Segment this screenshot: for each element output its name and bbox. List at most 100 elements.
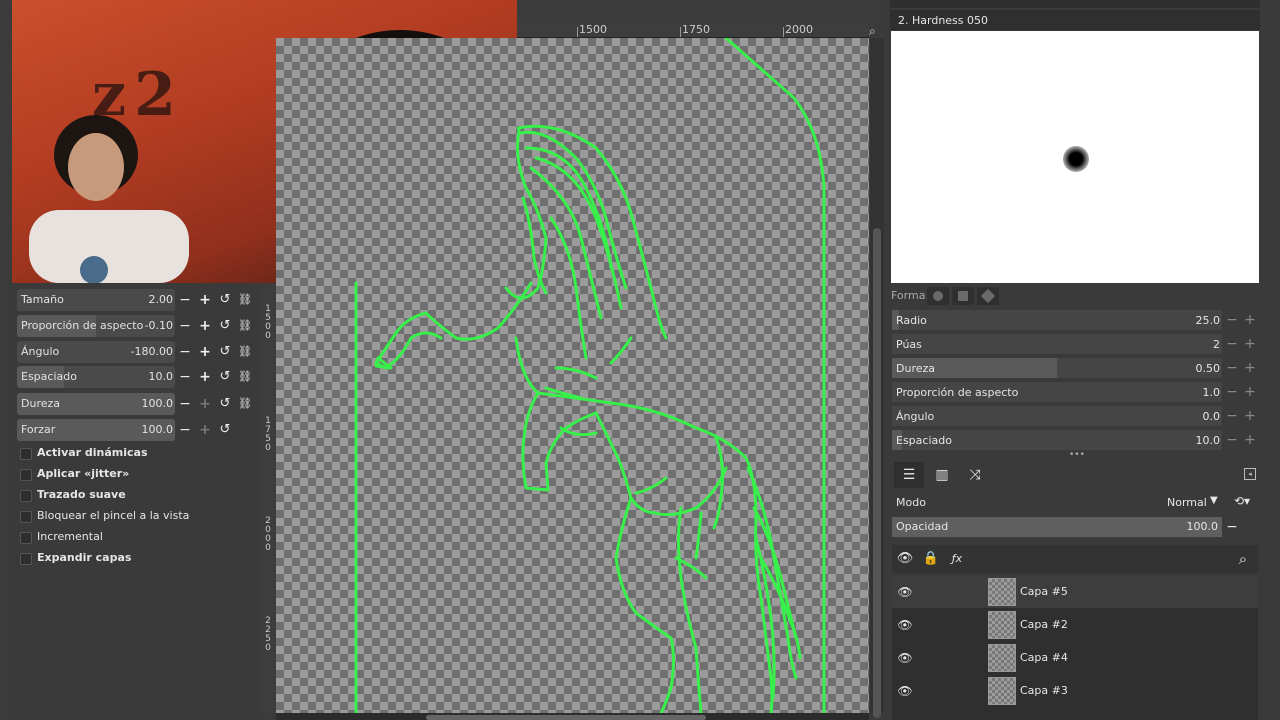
ruler-label: 2250 — [265, 616, 271, 653]
plus-icon[interactable]: + — [197, 344, 213, 360]
opacity-label: Opacidad — [896, 520, 949, 533]
minus-icon[interactable]: − — [177, 344, 193, 360]
layer-thumbnail[interactable] — [988, 677, 1016, 705]
shape-square-button[interactable] — [952, 287, 974, 305]
reset-icon[interactable]: ↺ — [217, 369, 233, 385]
reset-icon[interactable]: ↺ — [217, 396, 233, 412]
channels-tab-icon[interactable]: ▥ — [927, 462, 957, 488]
person-left — [29, 115, 189, 283]
layers-tab-icon[interactable]: ☰ — [894, 462, 924, 488]
layer-row[interactable]: 👁 Capa #4 — [892, 642, 1258, 674]
reset-icon[interactable]: ↺ — [217, 422, 233, 438]
brush-param-slider[interactable]: Radio 25.0 — [892, 310, 1222, 330]
brush-param-slider[interactable]: Púas 2 — [892, 334, 1222, 354]
shape-circle-button[interactable] — [927, 287, 949, 305]
checkbox[interactable] — [20, 469, 32, 481]
eye-icon[interactable]: 👁 — [897, 683, 913, 699]
chain-link-icon[interactable]: ⛓ — [237, 318, 253, 334]
scroll-thumb[interactable] — [426, 715, 706, 720]
plus-icon[interactable]: + — [1242, 383, 1258, 401]
chevron-down-icon[interactable]: ▼ — [1210, 495, 1218, 506]
plus-icon[interactable]: + — [1242, 407, 1258, 425]
plus-icon[interactable]: + — [197, 318, 213, 334]
tool-slider[interactable]: Espaciado 10.0 — [17, 366, 175, 388]
scroll-thumb[interactable] — [873, 228, 881, 718]
tool-slider[interactable]: Dureza 100.0 — [17, 393, 175, 415]
tool-slider[interactable]: Tamaño 2.00 — [17, 289, 175, 311]
layer-row[interactable]: 👁 Capa #5 — [892, 576, 1258, 608]
plus-icon[interactable]: + — [197, 369, 213, 385]
horizontal-scrollbar[interactable] — [276, 713, 869, 720]
mode-select[interactable]: Normal — [1167, 496, 1207, 509]
minus-icon[interactable]: − — [1224, 311, 1240, 329]
brush-param-slider[interactable]: Espaciado 10.0 — [892, 430, 1222, 450]
reset-icon[interactable]: ↺ — [217, 344, 233, 360]
tool-slider-row: Forzar 100.0− + ↺ — [17, 419, 253, 441]
tool-slider[interactable]: Ángulo -180.00 — [17, 341, 175, 363]
dock-menu-icon[interactable]: ◂ — [1244, 468, 1256, 480]
checkbox[interactable] — [20, 490, 32, 502]
tool-slider[interactable]: Forzar 100.0 — [17, 419, 175, 441]
tool-slider[interactable]: Proporción de aspecto -0.10 — [17, 315, 175, 337]
minus-icon[interactable]: − — [177, 422, 193, 438]
chain-link-icon[interactable]: ⛓ — [237, 369, 253, 385]
brush-preview — [891, 31, 1259, 283]
eye-icon[interactable]: 👁 — [897, 617, 913, 633]
checkbox[interactable] — [20, 448, 32, 460]
search-icon[interactable]: ⌕ — [1234, 550, 1252, 568]
layer-row[interactable]: 👁 Capa #3 — [892, 675, 1258, 707]
minus-icon[interactable]: − — [1224, 383, 1240, 401]
reset-icon[interactable]: ↺ — [217, 292, 233, 308]
ruler-tick — [577, 27, 578, 37]
chain-link-icon[interactable]: ⛓ — [237, 396, 253, 412]
minus-icon[interactable]: − — [1224, 431, 1240, 449]
minus-icon[interactable]: − — [1224, 407, 1240, 425]
plus-icon[interactable]: + — [197, 422, 213, 438]
brush-param-slider[interactable]: Dureza 0.50 — [892, 358, 1222, 378]
plus-icon[interactable]: + — [1242, 359, 1258, 377]
layer-thumbnail[interactable] — [988, 644, 1016, 672]
plus-icon[interactable]: + — [1242, 335, 1258, 353]
opacity-slider[interactable]: Opacidad 100.0 — [892, 517, 1222, 537]
image-canvas[interactable] — [276, 38, 869, 713]
checkbox[interactable] — [20, 511, 32, 523]
brush-param-row: Radio 25.0− + — [892, 310, 1258, 330]
checkbox[interactable] — [20, 553, 32, 565]
reset-icon[interactable]: ↺ — [217, 318, 233, 334]
eye-icon[interactable]: 👁 — [897, 584, 913, 600]
plus-icon[interactable]: + — [1242, 431, 1258, 449]
brush-param-slider[interactable]: Proporción de aspecto 1.0 — [892, 382, 1222, 402]
fx-icon[interactable]: ƒx — [948, 550, 966, 568]
horse-drawing — [354, 38, 826, 713]
lock-icon[interactable]: 🔒 — [922, 550, 940, 568]
layer-thumbnail[interactable] — [988, 578, 1016, 606]
minus-icon[interactable]: − — [177, 396, 193, 412]
minus-icon[interactable]: − — [177, 369, 193, 385]
composite-mode-icon[interactable]: ⟲▾ — [1234, 494, 1250, 508]
eye-icon[interactable]: 👁 — [896, 550, 914, 568]
dock-grip[interactable]: ••• — [1069, 451, 1085, 460]
layer-mode-row[interactable]: Modo Normal ▼ ⟲▾ — [892, 492, 1258, 514]
tool-slider-row: Dureza 100.0− + ↺ ⛓ — [17, 393, 253, 415]
opacity-minus-button[interactable]: − — [1224, 518, 1240, 536]
vertical-scrollbar[interactable] — [870, 38, 884, 718]
dock-tab-strip[interactable] — [890, 0, 1260, 8]
brush-param-slider[interactable]: Ángulo 0.0 — [892, 406, 1222, 426]
chain-link-icon[interactable]: ⛓ — [237, 292, 253, 308]
plus-icon[interactable]: + — [197, 396, 213, 412]
canvas-search-icon[interactable]: ⌕ — [869, 24, 883, 38]
chain-link-icon[interactable]: ⛓ — [237, 344, 253, 360]
plus-icon[interactable]: + — [197, 292, 213, 308]
minus-icon[interactable]: − — [177, 318, 193, 334]
plus-icon[interactable]: + — [1242, 311, 1258, 329]
minus-icon[interactable]: − — [177, 292, 193, 308]
shape-diamond-button[interactable] — [977, 287, 999, 305]
minus-icon[interactable]: − — [1224, 359, 1240, 377]
horse-stroke — [614, 496, 675, 713]
minus-icon[interactable]: − — [1224, 335, 1240, 353]
layer-thumbnail[interactable] — [988, 611, 1016, 639]
eye-icon[interactable]: 👁 — [897, 650, 913, 666]
checkbox[interactable] — [20, 532, 32, 544]
layer-row[interactable]: 👁 Capa #2 — [892, 609, 1258, 641]
paths-tab-icon[interactable]: ⤨ — [960, 462, 990, 488]
